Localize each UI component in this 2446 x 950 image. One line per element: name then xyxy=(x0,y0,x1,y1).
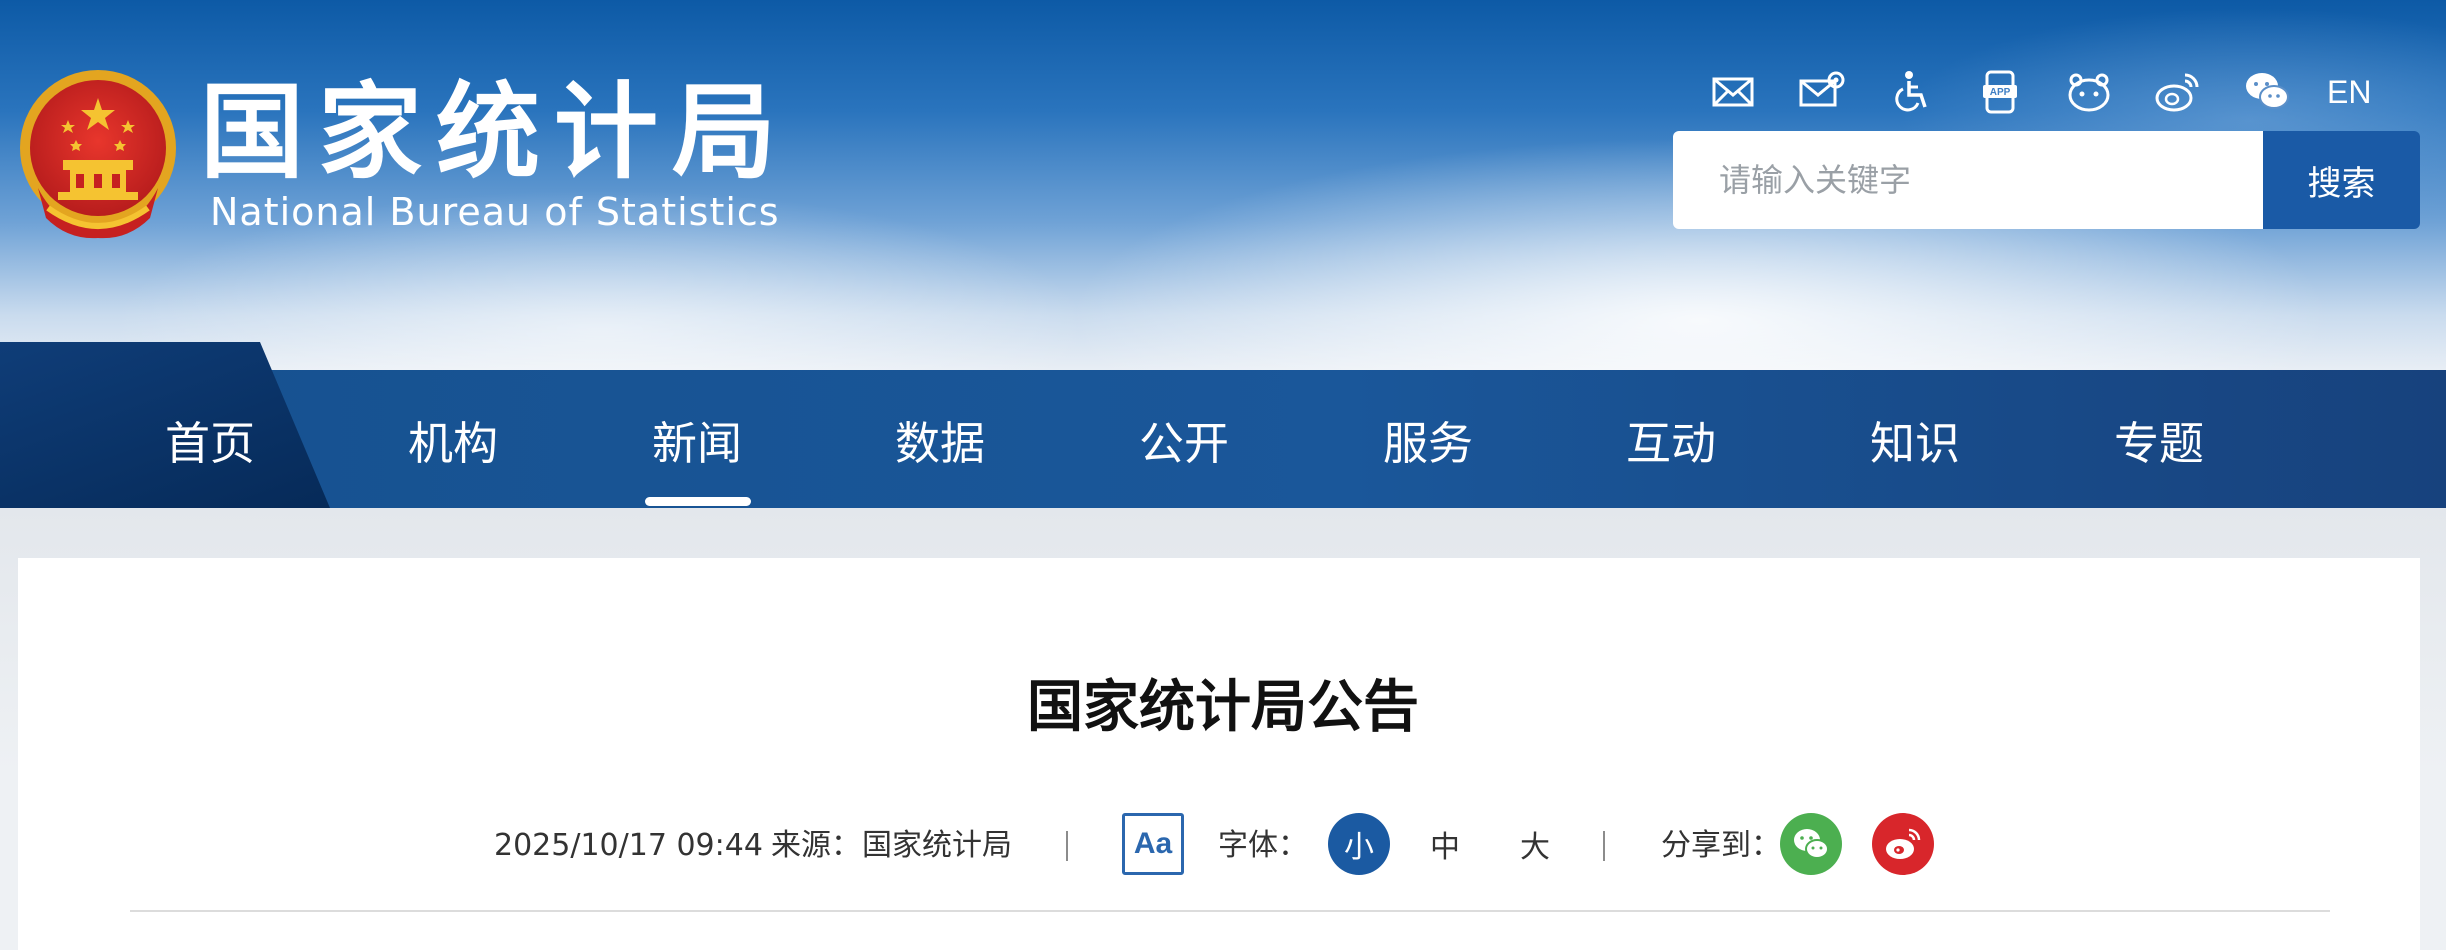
nav-item-knowledge[interactable]: 知识 xyxy=(1815,370,2015,508)
font-toggle-button[interactable]: Aa xyxy=(1122,813,1184,875)
source-label: 来源： xyxy=(771,828,861,863)
nav-item-organization[interactable]: 机构 xyxy=(353,370,553,508)
nav-active-indicator xyxy=(645,497,751,506)
article-card xyxy=(18,558,2420,950)
site-name-en: National Bureau of Statistics xyxy=(210,190,780,234)
mail-settings-icon[interactable] xyxy=(1797,67,1847,117)
share-weibo-button[interactable] xyxy=(1872,813,1934,875)
share-label: 分享到： xyxy=(1661,828,1781,863)
search-button[interactable]: 搜索 xyxy=(2263,131,2420,229)
nav-item-data[interactable]: 数据 xyxy=(840,370,1040,508)
page: 国家统计局 National Bureau of Statistics APP … xyxy=(0,0,2446,950)
mini-program-icon[interactable] xyxy=(2064,67,2114,117)
top-toolbar: APP EN xyxy=(1708,66,2371,118)
meta-divider xyxy=(1603,831,1605,861)
app-icon[interactable]: APP xyxy=(1975,67,2025,117)
site-name-cn: 国家统计局 xyxy=(200,71,791,193)
font-size-small-option[interactable]: 小 xyxy=(1328,813,1390,875)
language-en-link[interactable]: EN xyxy=(2327,74,2371,111)
nav-item-home[interactable]: 首页 xyxy=(110,370,310,508)
font-size-medium-option[interactable]: 中 xyxy=(1414,813,1476,875)
national-emblem-icon xyxy=(20,70,176,239)
nav-item-public[interactable]: 公开 xyxy=(1084,370,1284,508)
nav-item-topics[interactable]: 专题 xyxy=(2059,370,2259,508)
meta-divider xyxy=(1066,831,1068,861)
weibo-icon xyxy=(1886,828,1921,859)
mail-icon[interactable] xyxy=(1708,67,1758,117)
article-title: 国家统计局公告 xyxy=(1027,675,1419,740)
accessibility-icon[interactable] xyxy=(1886,67,1936,117)
wechat-icon[interactable] xyxy=(2242,67,2292,117)
article-datetime: 2025/10/17 09:44 xyxy=(494,828,763,863)
wechat-icon xyxy=(1794,829,1829,859)
nav-item-services[interactable]: 服务 xyxy=(1328,370,1528,508)
article-meta: 2025/10/17 09:44 来源： 国家统计局 Aa 字体： 小 中 大 … xyxy=(0,813,2446,879)
search-input[interactable] xyxy=(1673,131,2263,229)
weibo-icon[interactable] xyxy=(2153,67,2203,117)
share-wechat-button[interactable] xyxy=(1780,813,1842,875)
font-size-label: 字体： xyxy=(1218,828,1308,863)
article-divider xyxy=(130,910,2330,912)
article-source: 国家统计局 xyxy=(862,828,1012,863)
font-size-large-option[interactable]: 大 xyxy=(1504,813,1566,875)
svg-text:APP: APP xyxy=(1990,87,2011,98)
nav-item-news[interactable]: 新闻 xyxy=(597,370,797,508)
nav-item-interaction[interactable]: 互动 xyxy=(1571,370,1771,508)
